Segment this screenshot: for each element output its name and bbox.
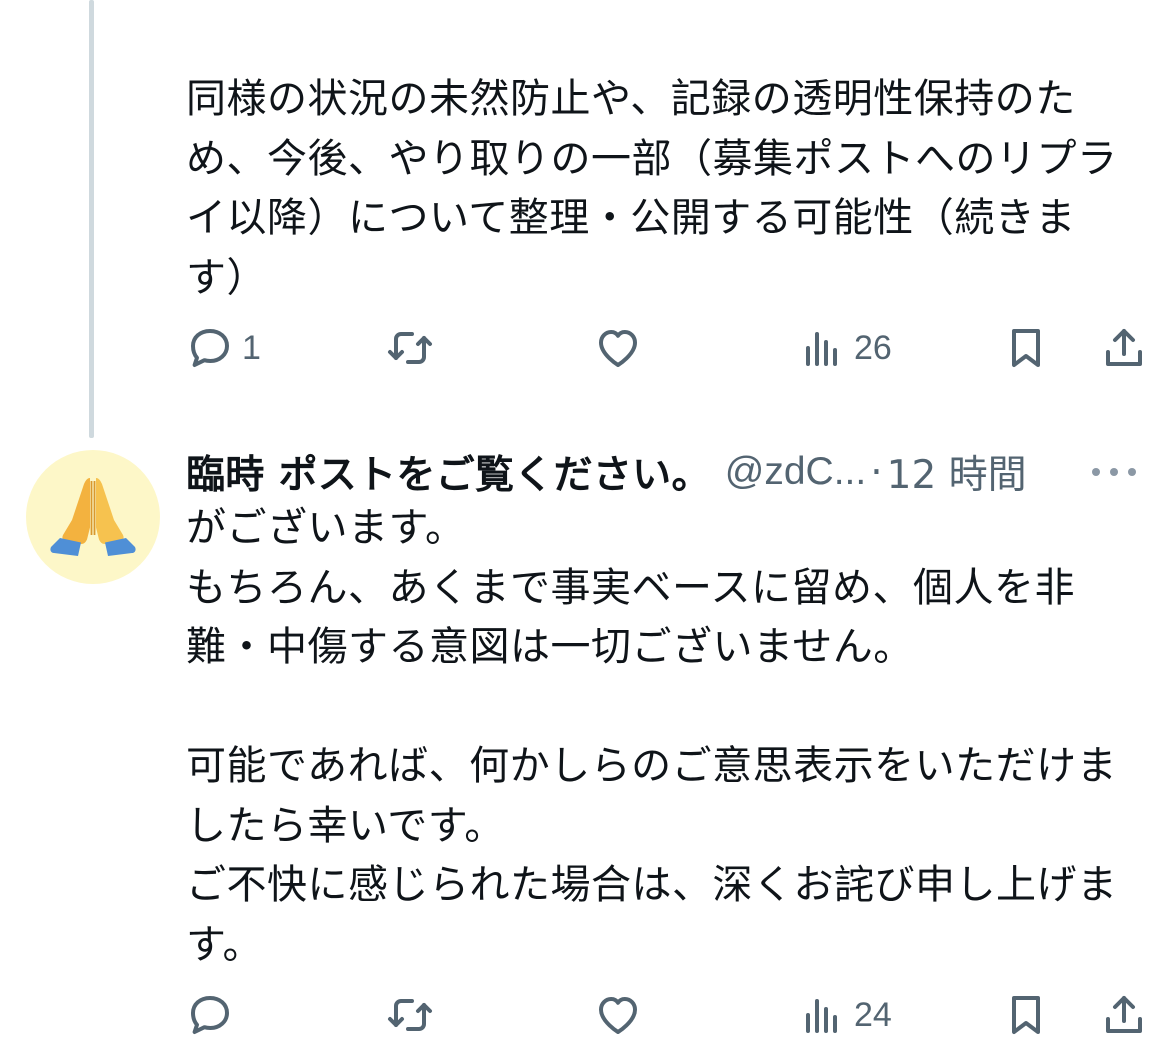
tweet-action-bar: 1 26 (180, 318, 1157, 378)
bookmark-icon (1012, 329, 1040, 367)
more-icon-dot (1110, 468, 1118, 476)
separator-dot: · (870, 449, 883, 495)
share-icon (1106, 329, 1142, 366)
user-handle[interactable]: @zdC... (725, 450, 866, 494)
bookmark-icon (1012, 996, 1040, 1034)
retweet-icon (388, 332, 432, 364)
folded-hands-emoji (50, 478, 136, 556)
views-button[interactable]: 24 (798, 985, 892, 1045)
tweet-text: がございます。 もちろん、あくまで事実ベースに留め、個人を非難・中傷する意図は一… (186, 505, 1118, 968)
display-name[interactable]: 臨時 ポストをご覧ください。 (186, 444, 711, 500)
tweet-text: 同様の状況の未然防止や、記録の透明性保持のため、今後、やり取りの一部（募集ポスト… (186, 76, 1118, 301)
share-button[interactable] (1100, 985, 1148, 1045)
more-icon-dot (1128, 468, 1136, 476)
thread-connector-line (89, 0, 94, 438)
views-button[interactable]: 26 (798, 318, 892, 378)
retweet-icon (388, 999, 432, 1031)
views-count: 24 (854, 995, 892, 1034)
more-icon (1092, 468, 1100, 476)
like-button[interactable] (594, 318, 650, 378)
like-button[interactable] (594, 985, 650, 1045)
reply-button[interactable]: 1 (186, 318, 261, 378)
retweet-button[interactable] (386, 318, 442, 378)
views-icon (806, 332, 837, 366)
retweet-button[interactable] (386, 985, 442, 1045)
reply-count: 1 (242, 328, 261, 367)
tweet-header: 臨時 ポストをご覧ください。 @zdC... · 12 時間 (186, 440, 1146, 504)
more-button[interactable] (1092, 454, 1136, 490)
reply-icon (191, 329, 229, 367)
share-icon (1106, 996, 1142, 1033)
reply-button[interactable] (186, 985, 242, 1045)
views-count: 26 (854, 328, 892, 367)
heart-icon (599, 997, 637, 1034)
bookmark-button[interactable] (1002, 318, 1050, 378)
views-icon (806, 999, 837, 1033)
bookmark-button[interactable] (1002, 985, 1050, 1045)
avatar[interactable] (26, 450, 160, 584)
share-button[interactable] (1100, 318, 1148, 378)
reply-icon (191, 996, 229, 1034)
heart-icon (599, 330, 637, 367)
tweet-action-bar: 24 (180, 985, 1157, 1045)
timestamp[interactable]: 12 時間 (887, 444, 1027, 500)
